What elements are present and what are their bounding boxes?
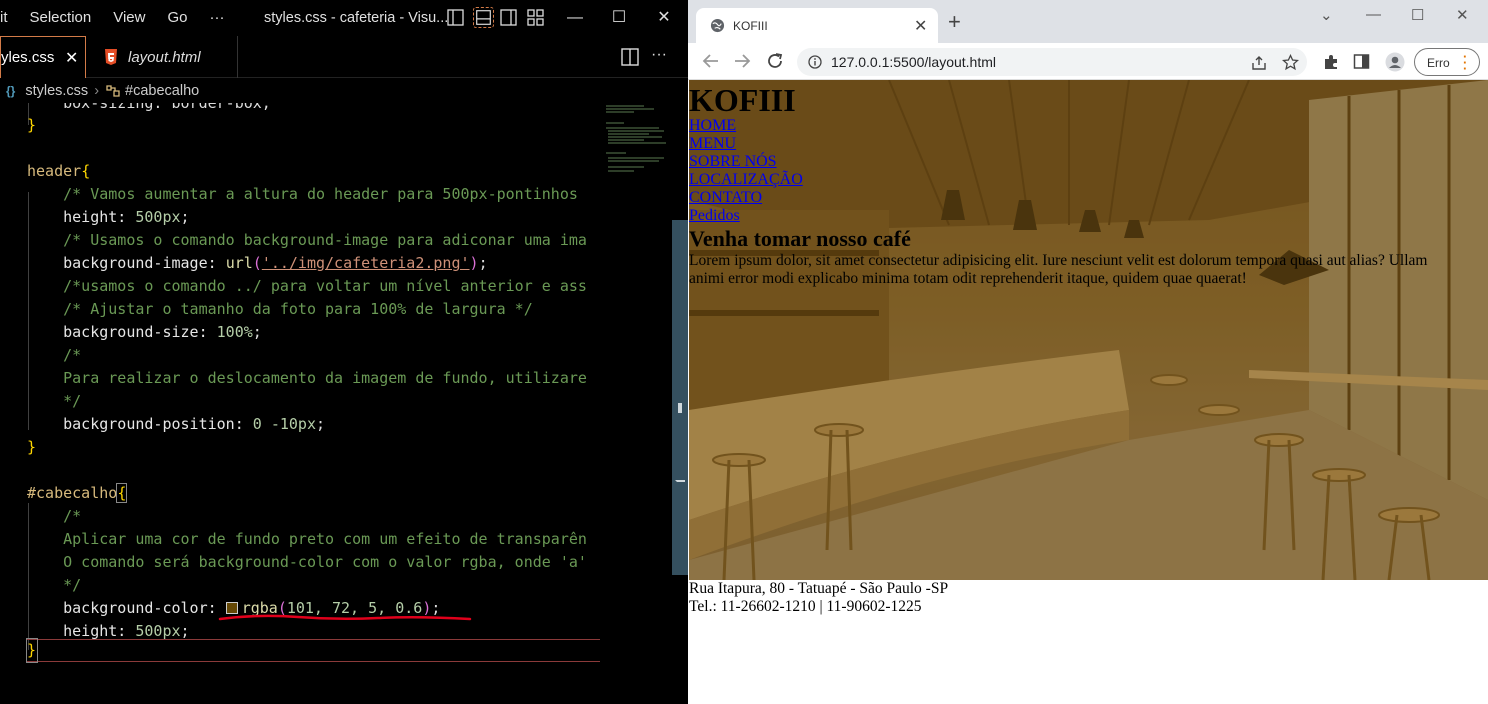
header-hero: KOFIII HOME MENU SOBRE NÓS LOCALIZAÇÃO C… <box>689 80 1488 580</box>
footer-phones: Tel.: 11-26602-1210 | 11-90602-1225 <box>689 598 922 615</box>
selector-cabecalho: #cabecalho <box>27 484 118 502</box>
kebab-menu-icon[interactable]: · · · <box>1463 50 1467 75</box>
breadcrumb-symbol[interactable]: #cabecalho <box>125 83 199 99</box>
minimize-icon[interactable]: — <box>1366 6 1381 23</box>
code-line: background-position: 0 -10px; <box>27 415 326 433</box>
css-file-icon: {} <box>6 84 16 98</box>
code-line: */ <box>27 392 82 410</box>
split-editor-icon[interactable] <box>621 48 639 66</box>
back-arrow-icon[interactable] <box>700 50 722 72</box>
code-line: /* <box>27 507 82 525</box>
vscode-titlebar: it Selection View Go ··· styles.css - ca… <box>0 0 688 36</box>
code-line: Aplicar uma cor de fundo preto com um ef… <box>27 530 587 548</box>
header-color-overlay <box>689 80 1488 580</box>
forward-arrow-icon[interactable] <box>731 50 753 72</box>
code-line: */ <box>27 576 82 594</box>
nav-link-sobre-nos[interactable]: SOBRE NÓS <box>689 153 777 171</box>
close-icon[interactable]: ✕ <box>641 0 687 36</box>
share-icon[interactable] <box>1251 55 1267 71</box>
globe-icon <box>710 18 725 33</box>
hero-paragraph: Lorem ipsum dolor, sit amet consectetur … <box>689 252 1428 287</box>
site-title: KOFIII <box>689 82 796 118</box>
browser-tab[interactable]: KOFIII ✕ <box>696 8 938 43</box>
toggle-secondary-sidebar-icon[interactable] <box>500 9 517 26</box>
breadcrumb-chevron-icon: › <box>94 83 100 99</box>
editor-tabs: yles.css ✕ layout.html ··· <box>0 36 688 78</box>
nav-link-localizacao[interactable]: LOCALIZAÇÃO <box>689 171 803 189</box>
reload-icon[interactable] <box>764 50 786 72</box>
window-title: styles.css - cafeteria - Visu... <box>264 10 449 26</box>
code-line: /* Vamos aumentar a altura do header par… <box>27 185 578 203</box>
error-button[interactable]: Erro · · · <box>1414 48 1480 76</box>
menu-edit[interactable]: it <box>0 0 19 36</box>
footer-address: Rua Itapura, 80 - Tatuapé - São Paulo -S… <box>689 580 949 597</box>
bookmark-star-icon[interactable] <box>1282 54 1299 71</box>
code-line: } <box>27 116 37 134</box>
code-line: box-sizing: border-box; <box>27 103 271 112</box>
error-button-label: Erro <box>1427 56 1450 70</box>
minimize-icon[interactable]: — <box>552 0 598 36</box>
minimap[interactable] <box>604 103 672 183</box>
maximize-icon[interactable]: ☐ <box>1411 6 1424 24</box>
editor-more-icon[interactable]: ··· <box>651 46 667 64</box>
menu-more[interactable]: ··· <box>198 0 235 36</box>
browser-tabstrip: KOFIII ✕ + ⌄ — ☐ ✕ <box>688 0 1488 43</box>
editor-scroll-thumb[interactable] <box>672 220 688 575</box>
tab-layout-html[interactable]: layout.html <box>88 36 238 78</box>
tab-close-icon[interactable]: ✕ <box>65 48 78 68</box>
customize-layout-icon[interactable] <box>527 9 544 26</box>
code-line: O comando será background-color com o va… <box>27 553 587 571</box>
breadcrumb-file[interactable]: styles.css <box>25 83 88 99</box>
menu-go[interactable]: Go <box>156 0 198 36</box>
tab-close-icon[interactable]: ✕ <box>914 16 927 36</box>
code-line: background-image: url('../img/cafeteria2… <box>27 254 488 272</box>
tab-search-icon[interactable]: ⌄ <box>1320 6 1333 24</box>
symbol-class-icon <box>106 85 120 97</box>
code-line: Para realizar o deslocamento da imagem d… <box>27 369 587 387</box>
code-line: #cabecalho{ <box>27 483 128 503</box>
extensions-icon[interactable] <box>1322 53 1340 71</box>
code-line: /*usamos o comando ../ para voltar um ní… <box>27 277 587 295</box>
code-line: } <box>27 438 37 456</box>
code-line: } <box>26 638 38 663</box>
tab-label: yles.css <box>1 49 55 66</box>
page-viewport: KOFIII HOME MENU SOBRE NÓS LOCALIZAÇÃO C… <box>688 80 1488 704</box>
browser-window: KOFIII ✕ + ⌄ — ☐ ✕ 127.0.0.1:5500/layout… <box>688 0 1488 704</box>
red-annotation-underline <box>218 614 472 621</box>
close-icon[interactable]: ✕ <box>1456 6 1469 24</box>
code-line: /* Ajustar o tamanho da foto para 100% d… <box>27 300 533 318</box>
hero-headline: Venha tomar nosso café <box>689 226 911 251</box>
browser-toolbar: 127.0.0.1:5500/layout.html Erro · · · <box>688 43 1488 80</box>
browser-tab-title: KOFIII <box>733 19 768 33</box>
menu-selection[interactable]: Selection <box>19 0 103 36</box>
code-line: /* Usamos o comando background-image par… <box>27 231 587 249</box>
html5-icon <box>105 49 117 65</box>
toggle-panel-icon[interactable] <box>473 7 494 28</box>
selector-header: header <box>27 162 82 180</box>
tab-label: layout.html <box>128 48 201 66</box>
profile-avatar-icon[interactable] <box>1385 52 1405 72</box>
code-editor[interactable]: box-sizing: border-box; } header{ /* Vam… <box>0 103 600 704</box>
maximize-icon[interactable]: ☐ <box>596 0 642 36</box>
nav-link-contato[interactable]: CONTATO <box>689 189 762 207</box>
breadcrumb: {} styles.css › #cabecalho <box>0 79 688 103</box>
nav-link-menu[interactable]: MENU <box>689 135 736 153</box>
side-panel-icon[interactable] <box>1353 53 1370 70</box>
vscode-window: it Selection View Go ··· styles.css - ca… <box>0 0 688 704</box>
nav-link-pedidos[interactable]: Pedidos <box>689 207 740 225</box>
code-line: /* <box>27 346 82 364</box>
code-line: header{ <box>27 162 91 180</box>
code-line: height: 500px; <box>27 208 190 226</box>
info-icon[interactable] <box>808 55 822 69</box>
tab-styles-css[interactable]: yles.css ✕ <box>0 36 86 78</box>
new-tab-icon[interactable]: + <box>948 11 961 33</box>
toggle-sidebar-icon[interactable] <box>447 9 464 26</box>
code-line: background-size: 100%; <box>27 323 262 341</box>
current-line-highlight <box>26 639 600 662</box>
address-bar[interactable]: 127.0.0.1:5500/layout.html <box>797 48 1307 76</box>
menu-view[interactable]: View <box>102 0 156 36</box>
url-text: 127.0.0.1:5500/layout.html <box>831 54 997 70</box>
nav-link-home[interactable]: HOME <box>689 117 736 135</box>
